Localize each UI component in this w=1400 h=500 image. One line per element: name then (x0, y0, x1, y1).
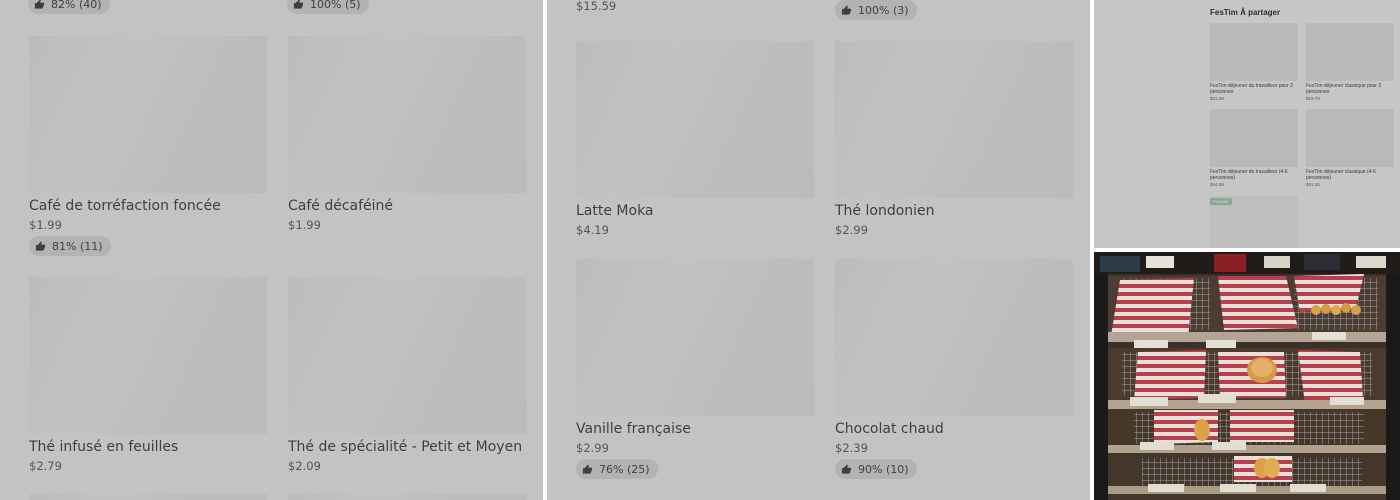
thumbs-up-icon (582, 463, 593, 474)
item-image[interactable] (1306, 23, 1394, 81)
item-name[interactable]: FesTim déjeuner classique (4-6 personnes… (1306, 169, 1396, 181)
rating-text: 100% (5) (310, 0, 361, 11)
item-price: $2.09 (288, 459, 321, 473)
item-image[interactable] (1210, 196, 1298, 248)
item-price: $4.19 (576, 223, 609, 237)
item-image[interactable] (288, 36, 526, 193)
item-name[interactable]: Thé de spécialité - Petit et Moyen (288, 439, 522, 455)
item-image[interactable] (1210, 23, 1298, 81)
section-title: FesTim Â partager (1210, 8, 1281, 17)
item-image[interactable] (29, 277, 267, 434)
item-name[interactable]: FesTim déjeuner du travailleur (4-6 pers… (1210, 169, 1300, 181)
thumbs-up-icon (293, 0, 304, 9)
item-name[interactable]: Thé infusé en feuilles (29, 439, 178, 455)
rating-badge: 82% (40) (28, 0, 110, 14)
item-price: $19.79 (1306, 96, 1320, 101)
menu-panel-middle: $15.59 100% (3) Latte Moka $4.19 Thé lon… (547, 0, 1090, 500)
item-image[interactable] (1210, 109, 1298, 167)
item-price: $1.99 (288, 218, 321, 232)
rating-text: 90% (10) (858, 462, 909, 476)
rating-text: 76% (25) (599, 462, 650, 476)
thumbs-up-icon (841, 4, 852, 15)
item-image[interactable] (576, 41, 814, 198)
item-price: $1.99 (29, 218, 62, 232)
pastry-case-illustration (1094, 252, 1400, 500)
item-price: $2.99 (576, 441, 609, 455)
rating-text: 82% (40) (51, 0, 102, 11)
item-name[interactable]: Café de torréfaction foncée (29, 198, 221, 214)
thumbs-up-icon (841, 463, 852, 474)
item-price: $2.99 (835, 223, 868, 237)
item-image[interactable] (835, 259, 1073, 416)
thumbs-up-icon (35, 240, 46, 251)
item-image[interactable] (288, 494, 526, 500)
item-image[interactable] (288, 277, 526, 434)
item-image[interactable] (835, 41, 1073, 198)
item-name[interactable]: Latte Moka (576, 203, 654, 219)
rating-badge: 100% (3) (835, 0, 917, 20)
item-name[interactable]: Chocolat chaud (835, 421, 944, 437)
item-image[interactable] (29, 494, 267, 500)
item-name[interactable]: FesTim déjeuner du travailleur pour 2 pe… (1210, 83, 1300, 95)
item-price: $15.59 (576, 0, 617, 13)
item-name[interactable]: Café décaféiné (288, 198, 393, 214)
item-image[interactable] (29, 36, 267, 193)
item-price: $2.39 (835, 441, 868, 455)
item-image[interactable] (576, 259, 814, 416)
rating-text: 81% (11) (52, 239, 103, 253)
rating-badge: 76% (25) (576, 459, 658, 479)
rating-badge: 100% (5) (287, 0, 369, 14)
thumbs-up-icon (34, 0, 45, 9)
pastry-display-photo (1094, 252, 1400, 500)
item-price: $2.79 (29, 459, 62, 473)
item-price: $41.15 (1306, 182, 1320, 187)
item-name[interactable]: Vanille française (576, 421, 691, 437)
rating-badge: 81% (11) (29, 236, 111, 256)
item-price: $21.29 (1210, 96, 1224, 101)
menu-panel-sharing: FesTim Â partager FesTim déjeuner du tra… (1094, 0, 1400, 248)
item-name[interactable]: Thé londonien (835, 203, 935, 219)
item-name[interactable]: FesTim déjeuner classique pour 2 personn… (1306, 83, 1396, 95)
rating-text: 100% (3) (858, 3, 909, 17)
menu-panel-left: 82% (40) 100% (5) Café de torréfaction f… (0, 0, 543, 500)
item-price: $44.09 (1210, 182, 1224, 187)
item-image[interactable] (1306, 109, 1394, 167)
rating-badge: 90% (10) (835, 459, 917, 479)
